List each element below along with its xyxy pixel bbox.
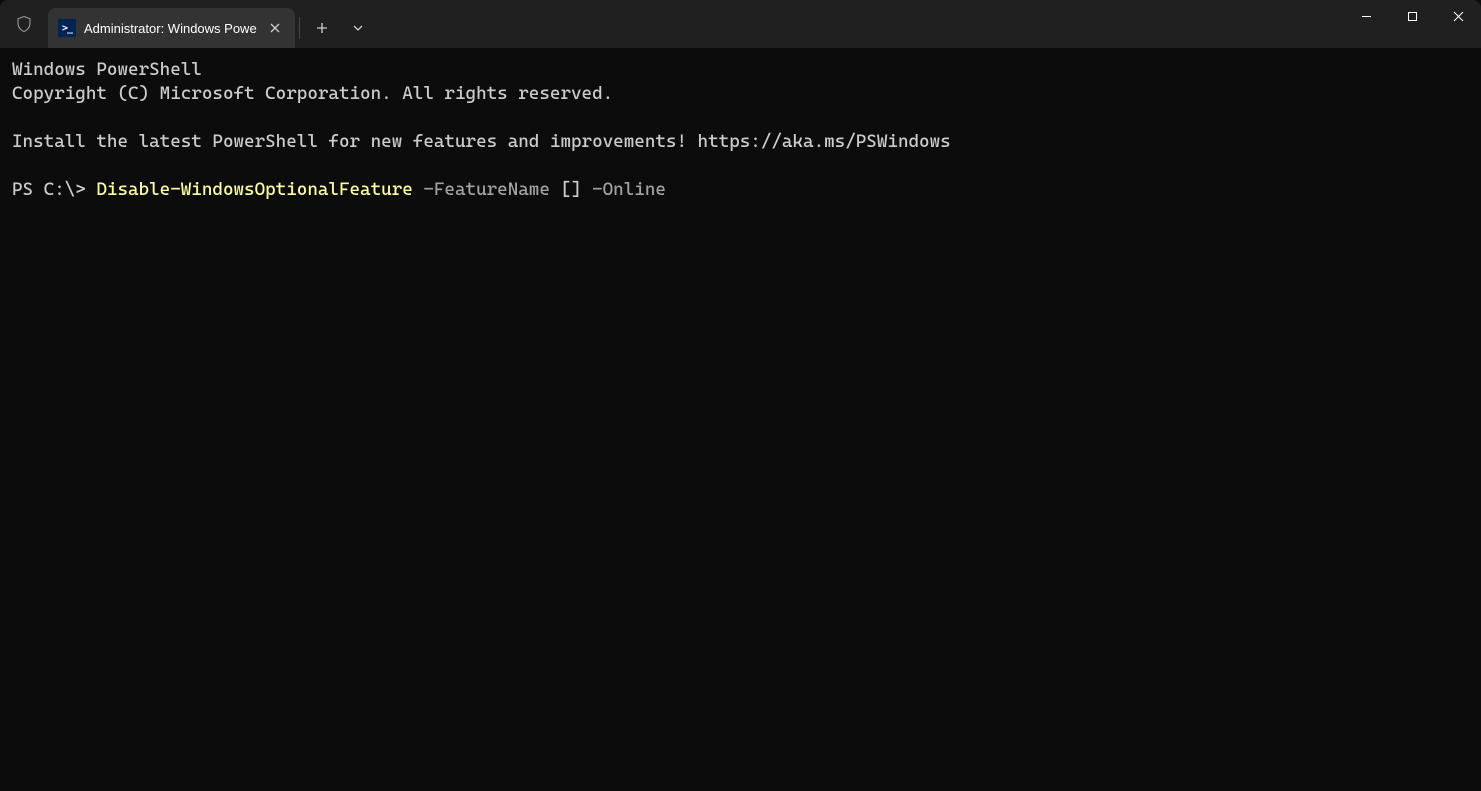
blank-line (12, 106, 1469, 130)
minimize-button[interactable] (1343, 0, 1389, 32)
cmdlet-token: Disable-WindowsOptionalFeature (96, 179, 412, 200)
titlebar: >_ Administrator: Windows Powe (0, 0, 1481, 48)
param-token: -FeatureName (413, 179, 561, 200)
app-window: >_ Administrator: Windows Powe (0, 0, 1481, 791)
prompt-line: PS C:\> Disable-WindowsOptionalFeature -… (12, 178, 1469, 202)
param-token: -Online (582, 179, 666, 200)
banner-line: Copyright (C) Microsoft Corporation. All… (12, 82, 1469, 106)
tab-title: Administrator: Windows Powe (84, 21, 257, 36)
blank-line (12, 154, 1469, 178)
window-controls (1343, 0, 1481, 48)
close-tab-button[interactable] (265, 18, 285, 38)
powershell-icon: >_ (58, 19, 76, 37)
install-hint-line: Install the latest PowerShell for new fe… (12, 130, 1469, 154)
tab-dropdown-button[interactable] (340, 8, 376, 48)
prompt-prefix: PS C:\> (12, 179, 96, 200)
arg-token: [] (560, 179, 581, 200)
tab-divider (299, 17, 300, 39)
close-window-button[interactable] (1435, 0, 1481, 32)
new-tab-button[interactable] (304, 8, 340, 48)
terminal-output[interactable]: Windows PowerShellCopyright (C) Microsof… (0, 48, 1481, 791)
banner-line: Windows PowerShell (12, 58, 1469, 82)
maximize-button[interactable] (1389, 0, 1435, 32)
tab-actions (295, 8, 376, 48)
tab-powershell[interactable]: >_ Administrator: Windows Powe (48, 8, 295, 48)
admin-shield-icon (0, 0, 48, 48)
titlebar-drag-region[interactable] (376, 0, 1343, 48)
